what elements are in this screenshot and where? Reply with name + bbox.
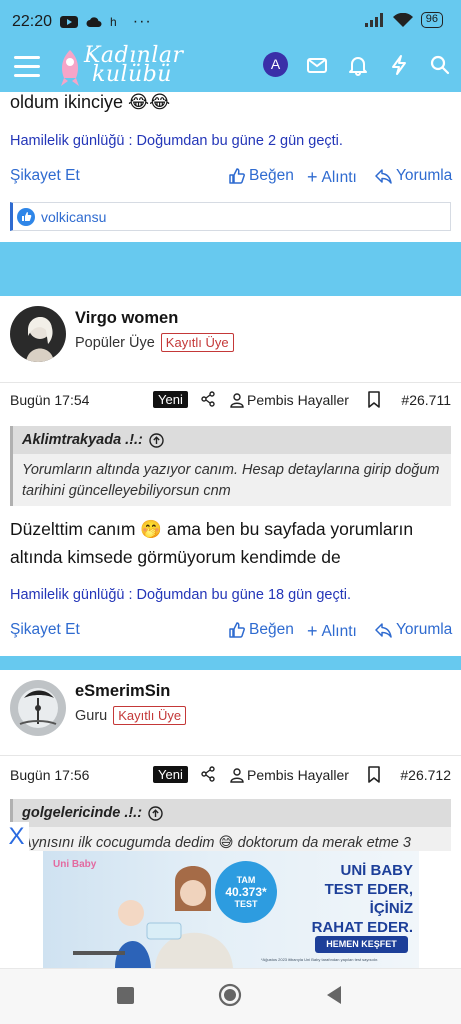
- post-time[interactable]: Bugün 17:54: [10, 392, 89, 408]
- arrow-up-circle-icon: [148, 805, 163, 821]
- ad-banner[interactable]: Uni Baby TAM 40.373* TEST UNİ BABY TEST …: [43, 851, 419, 968]
- quote-button[interactable]: + Alıntı: [307, 621, 357, 642]
- quote-text: Yorumların altında yazıyor canım. Hesap …: [22, 462, 440, 499]
- logo-mark-icon: [61, 50, 79, 86]
- back-button[interactable]: [325, 985, 343, 1005]
- bookmark-icon[interactable]: [367, 391, 381, 408]
- ad-headline: UNİ BABY TEST EDER, İÇİNİZ RAHAT EDER.: [311, 862, 413, 936]
- registered-badge: Kayıtlı Üye: [113, 706, 187, 725]
- system-nav-bar: [0, 968, 461, 1024]
- user-icon: [230, 767, 244, 783]
- ad-brand: Uni Baby: [53, 859, 97, 870]
- arrow-up-circle-icon: [149, 432, 164, 448]
- menu-icon[interactable]: [14, 56, 40, 78]
- previous-post-signature[interactable]: Hamilelik günlüğü : Doğumdan bu güne 2 g…: [10, 133, 343, 149]
- quote-text: Aynısını ilk cocugumda dedim 😅 doktorum …: [22, 835, 411, 851]
- liked-by-user[interactable]: volkicansu: [41, 209, 106, 225]
- thread-author[interactable]: Pembis Hayaller: [230, 392, 349, 408]
- bookmark-icon[interactable]: [367, 766, 381, 783]
- status-h: h: [110, 15, 117, 29]
- share-icon[interactable]: [200, 391, 216, 407]
- report-button[interactable]: Şikayet Et: [10, 167, 80, 185]
- battery-indicator: 96: [420, 12, 443, 28]
- ad-container: Uni Baby TAM 40.373* TEST UNİ BABY TEST …: [0, 851, 461, 968]
- wifi-icon: [392, 12, 413, 27]
- quote-block: Aklimtrakyada .!.: Yorumların altında ya…: [10, 426, 451, 506]
- reactions-bar[interactable]: volkicansu: [10, 202, 451, 231]
- reply-button[interactable]: Yorumla: [375, 167, 452, 185]
- post-number[interactable]: #26.712: [400, 767, 451, 783]
- user-role: Popüler Üye Kayıtlı Üye: [75, 333, 234, 352]
- youtube-icon: [60, 16, 79, 28]
- user-role: Guru Kayıtlı Üye: [75, 706, 187, 725]
- quote-header[interactable]: Aklimtrakyada .!.:: [13, 426, 451, 454]
- post-username[interactable]: Virgo women: [75, 309, 178, 328]
- reply-icon: [375, 622, 392, 638]
- post-author-header: eSmerimSin Guru Kayıtlı Üye: [0, 670, 461, 756]
- reply-icon: [375, 168, 392, 184]
- thread-author[interactable]: Pembis Hayaller: [230, 767, 349, 783]
- app-header: Kadınlar kulübü A: [0, 44, 461, 92]
- status-time: 22:20: [12, 13, 53, 30]
- mail-icon[interactable]: [306, 54, 328, 76]
- quote-header[interactable]: golgelericinde .!.:: [13, 799, 451, 827]
- home-button[interactable]: [218, 983, 242, 1007]
- previous-post-actions: Şikayet Et Beğen + Alıntı Yorumla: [0, 167, 461, 191]
- user-avatar[interactable]: A: [263, 52, 288, 77]
- share-icon[interactable]: [200, 766, 216, 782]
- post-message: Düzelttim canım 🤭 ama ben bu sayfada yor…: [10, 519, 414, 567]
- user-avatar-esmerimsin[interactable]: [10, 680, 66, 736]
- post-separator: [0, 242, 461, 296]
- status-bar: 22:20 h ··· 96: [0, 0, 461, 44]
- bell-icon[interactable]: [347, 54, 369, 76]
- cloud-icon: [86, 17, 102, 27]
- like-button[interactable]: Beğen: [228, 167, 294, 185]
- recents-button[interactable]: [117, 987, 134, 1004]
- quote-button[interactable]: + Alıntı: [307, 167, 357, 188]
- post-separator: [0, 656, 461, 670]
- post-meta: Bugün 17:56 Yeni Pembis Hayaller #26.712: [0, 764, 461, 788]
- user-icon: [230, 392, 244, 408]
- reply-button[interactable]: Yorumla: [375, 621, 452, 639]
- thumbs-up-icon: [229, 167, 245, 184]
- like-button[interactable]: Beğen: [228, 621, 294, 639]
- report-button[interactable]: Şikayet Et: [10, 621, 80, 639]
- ad-fineprint: *Ağustos 2023 itibarıyla Uni Baby tarafı…: [261, 957, 379, 962]
- post-signature[interactable]: Hamilelik günlüğü : Doğumdan bu güne 18 …: [10, 587, 351, 603]
- user-avatar-virgo[interactable]: [10, 306, 66, 362]
- like-reaction-icon: [17, 207, 35, 226]
- logo-line-2: kulübü: [92, 62, 172, 87]
- post-actions: Şikayet Et Beğen + Alıntı Yorumla: [0, 621, 461, 645]
- quote-block: golgelericinde .!.: Aynısını ilk cocugum…: [10, 799, 451, 851]
- thumbs-up-icon: [229, 621, 245, 638]
- ad-cta-button[interactable]: HEMEN KEŞFET: [315, 936, 408, 953]
- registered-badge: Kayıtlı Üye: [160, 333, 234, 352]
- post-username[interactable]: eSmerimSin: [75, 682, 170, 701]
- post-author-header: Virgo women Popüler Üye Kayıtlı Üye: [0, 296, 461, 383]
- ad-count-badge: TAM 40.373* TEST: [215, 861, 277, 923]
- post-time[interactable]: Bugün 17:56: [10, 767, 89, 783]
- lightning-icon[interactable]: [388, 54, 410, 76]
- new-badge: Yeni: [153, 391, 188, 408]
- search-icon[interactable]: [429, 54, 451, 76]
- ad-close-button[interactable]: X: [4, 822, 29, 851]
- post-number[interactable]: #26.711: [401, 392, 451, 408]
- previous-post-text: oldum ikinciye 😂😂: [10, 92, 171, 112]
- new-badge: Yeni: [153, 766, 188, 783]
- site-logo[interactable]: Kadınlar kulübü: [58, 45, 183, 88]
- signal-icon: [364, 13, 383, 27]
- more-dots-icon: ···: [132, 13, 152, 30]
- post-meta: Bugün 17:54 Yeni Pembis Hayaller #26.711: [0, 389, 461, 413]
